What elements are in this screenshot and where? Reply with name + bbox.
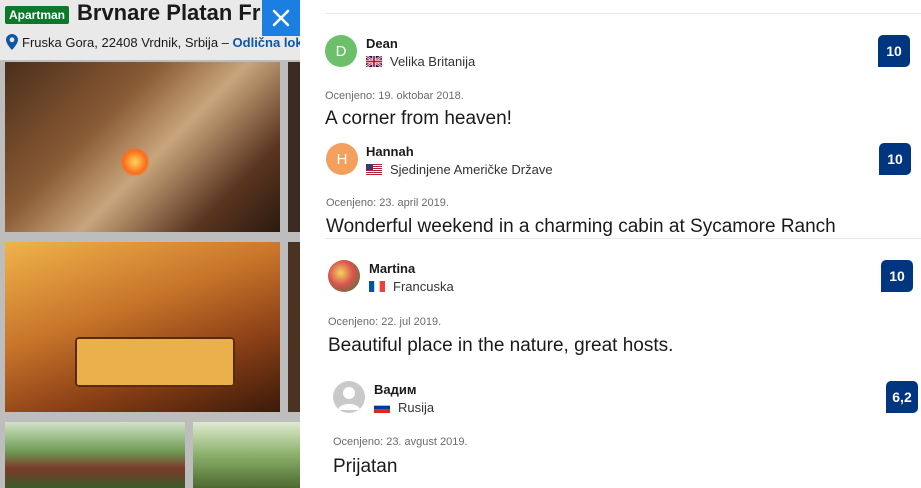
country-name: Velika Britanija — [390, 54, 476, 69]
ru-flag-icon — [374, 402, 390, 413]
review-title[interactable]: Wonderful weekend in a charming cabin at… — [326, 216, 836, 238]
address-text: Fruska Gora, 22408 Vrdnik, Srbija – — [22, 34, 229, 50]
reviewer-country: Francuska — [369, 279, 454, 294]
map-pin-icon — [6, 34, 18, 50]
us-flag-icon — [366, 164, 382, 175]
review-score: 10 — [881, 260, 913, 292]
review-date: Ocenjeno: 23. avgust 2019. — [333, 436, 468, 448]
review-date: Ocenjeno: 19. oktobar 2018. — [325, 90, 464, 102]
review-score: 6,2 — [886, 381, 918, 413]
property-backdrop: Apartman Brvnare Platan Fr Fruska Gora, … — [0, 0, 300, 488]
gallery-photo-exterior[interactable] — [5, 422, 185, 488]
fireplace-glow — [120, 147, 150, 177]
avatar: H — [326, 143, 358, 175]
reviewer-country: Rusija — [374, 400, 434, 415]
reviewer-name: Martina — [369, 261, 416, 276]
close-icon — [272, 9, 290, 27]
divider — [325, 13, 921, 14]
reviewer-country: Velika Britanija — [366, 54, 475, 69]
close-button[interactable] — [262, 0, 300, 36]
reviewer-country: Sjedinjene Američke Države — [366, 162, 553, 177]
country-name: Sjedinjene Američke Države — [390, 162, 553, 177]
avatar-placeholder — [333, 381, 365, 413]
user-icon — [338, 387, 360, 410]
review-score: 10 — [879, 143, 911, 175]
reviews-panel: D Dean Velika Britanija 10 Ocenjeno: 19.… — [300, 0, 921, 488]
divider — [325, 238, 921, 239]
country-name: Francuska — [393, 279, 454, 294]
review-date: Ocenjeno: 22. jul 2019. — [328, 316, 442, 328]
property-title[interactable]: Brvnare Platan Fr — [77, 0, 260, 26]
reviewer-name: Вадим — [374, 382, 417, 397]
review-score: 10 — [878, 35, 910, 67]
review-title[interactable]: Beautiful place in the nature, great hos… — [328, 335, 673, 355]
gallery-photo-bedroom[interactable] — [5, 242, 280, 412]
review-title-clip: Beautiful place in the nature, great hos… — [328, 334, 921, 355]
gallery-photo-living-room[interactable] — [5, 62, 280, 232]
bed-shape — [75, 337, 235, 387]
avatar-photo — [328, 260, 360, 292]
property-address: Fruska Gora, 22408 Vrdnik, Srbija – Odli… — [6, 34, 300, 50]
location-link[interactable]: Odlična loka — [233, 35, 300, 50]
reviewer-name: Dean — [366, 36, 398, 51]
uk-flag-icon — [366, 56, 382, 67]
reviewer-name: Hannah — [366, 144, 414, 159]
review-title-clip: Wonderful weekend in a charming cabin at… — [326, 214, 921, 238]
review-title[interactable]: Prijatan — [333, 456, 397, 478]
gallery-photo-thumb[interactable] — [288, 62, 300, 232]
country-name: Rusija — [398, 400, 435, 415]
review-date: Ocenjeno: 23. april 2019. — [326, 197, 449, 209]
avatar: D — [325, 35, 357, 67]
gallery-photo-garden[interactable] — [193, 422, 300, 488]
fr-flag-icon — [369, 281, 385, 292]
property-header: Apartman Brvnare Platan Fr Fruska Gora, … — [0, 0, 300, 60]
gallery-photo-thumb[interactable] — [288, 242, 300, 412]
review-title[interactable]: A corner from heaven! — [325, 108, 512, 130]
property-type-badge: Apartman — [5, 6, 70, 24]
